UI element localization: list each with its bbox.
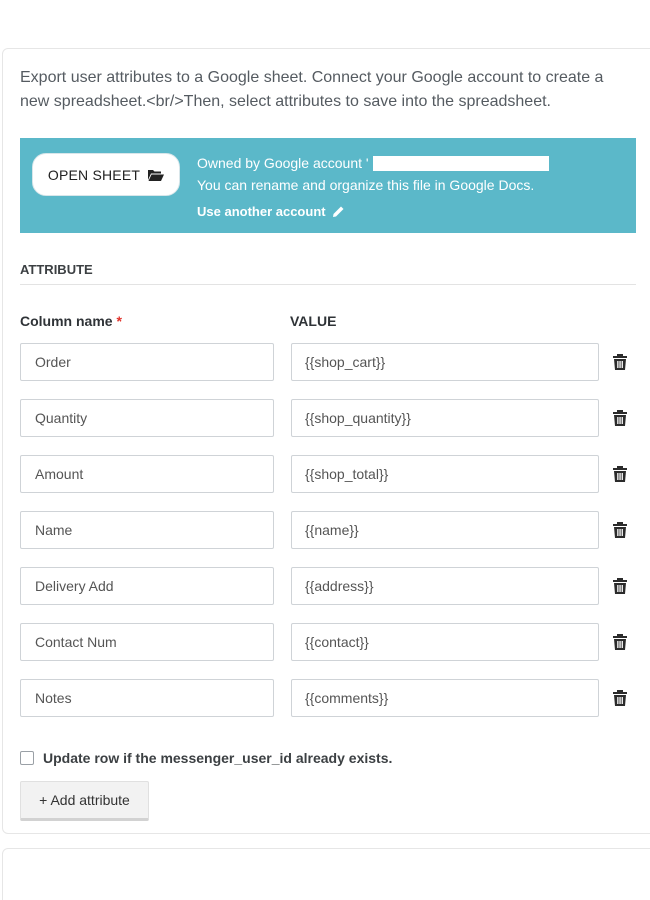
value-input[interactable]: {{name}}: [291, 511, 599, 549]
attribute-row: Contact Num {{contact}}: [20, 623, 640, 679]
value-input[interactable]: {{shop_total}}: [291, 455, 599, 493]
value-input[interactable]: {{address}}: [291, 567, 599, 605]
value-header: VALUE: [290, 313, 337, 329]
value-input[interactable]: {{contact}}: [291, 623, 599, 661]
trash-icon[interactable]: [611, 465, 629, 483]
divider: [20, 284, 636, 285]
owned-by-text: Owned by Google account ': [197, 155, 369, 171]
trash-icon[interactable]: [611, 577, 629, 595]
attribute-row: Quantity {{shop_quantity}}: [20, 399, 640, 455]
add-attribute-button[interactable]: + Add attribute: [20, 781, 149, 821]
redacted-email: [372, 155, 549, 171]
attribute-rows: Order {{shop_cart}} Quantity {{shop_quan…: [20, 343, 640, 735]
use-another-account-link[interactable]: Use another account: [197, 201, 549, 223]
required-mark: *: [116, 313, 122, 329]
column-name-header: Column name *: [20, 313, 122, 329]
trash-icon[interactable]: [611, 521, 629, 539]
description-text: Export user attributes to a Google sheet…: [20, 69, 604, 110]
google-account-banner: OPEN SHEET Owned by Google account ' You…: [20, 138, 636, 233]
column-name-input[interactable]: Notes: [20, 679, 274, 717]
pencil-icon: [332, 206, 344, 217]
attribute-row: Amount {{shop_total}}: [20, 455, 640, 511]
update-row-option[interactable]: Update row if the messenger_user_id alre…: [20, 750, 392, 766]
column-name-input[interactable]: Quantity: [20, 399, 274, 437]
value-input[interactable]: {{shop_quantity}}: [291, 399, 599, 437]
column-name-input[interactable]: Delivery Add: [20, 567, 274, 605]
attribute-row: Delivery Add {{address}}: [20, 567, 640, 623]
attribute-row: Notes {{comments}}: [20, 679, 640, 735]
update-row-label: Update row if the messenger_user_id alre…: [43, 750, 393, 766]
column-name-input[interactable]: Name: [20, 511, 274, 549]
open-sheet-label: OPEN SHEET: [47, 166, 141, 183]
account-info: Owned by Google account ' You can rename…: [197, 152, 549, 223]
attribute-row: Name {{name}}: [20, 511, 640, 567]
attribute-row: Order {{shop_cart}}: [20, 343, 640, 399]
use-another-label: Use another account: [197, 204, 326, 219]
rename-note: You can rename and organize this file in…: [197, 177, 535, 193]
open-sheet-button[interactable]: OPEN SHEET: [32, 153, 180, 196]
trash-icon[interactable]: [611, 353, 629, 371]
trash-icon[interactable]: [611, 689, 629, 707]
update-row-checkbox[interactable]: [20, 751, 34, 765]
value-input[interactable]: {{comments}}: [291, 679, 599, 717]
attribute-heading: ATTRIBUTE: [20, 262, 93, 277]
column-name-input[interactable]: Contact Num: [20, 623, 274, 661]
trash-icon[interactable]: [611, 409, 629, 427]
value-input[interactable]: {{shop_cart}}: [291, 343, 599, 381]
folder-open-icon: [148, 169, 165, 181]
next-card: [2, 848, 650, 900]
trash-icon[interactable]: [611, 633, 629, 651]
column-name-input[interactable]: Order: [20, 343, 274, 381]
column-name-input[interactable]: Amount: [20, 455, 274, 493]
